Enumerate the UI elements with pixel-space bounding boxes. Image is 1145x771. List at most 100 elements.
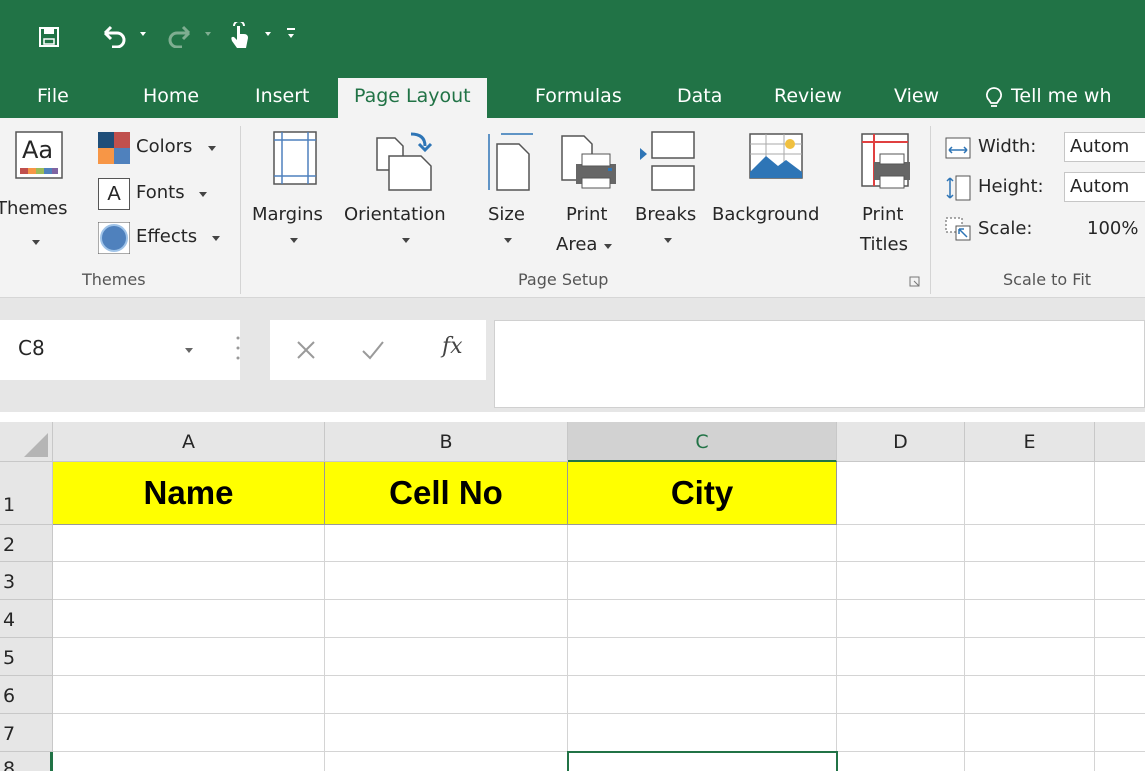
cell-d3[interactable]	[837, 562, 965, 600]
formula-input[interactable]	[494, 320, 1145, 408]
orientation-button[interactable]: Orientation	[344, 204, 446, 225]
cell-c5[interactable]	[568, 638, 837, 676]
width-select[interactable]: Autom	[1064, 132, 1145, 162]
cell-e3[interactable]	[965, 562, 1095, 600]
cell-f4[interactable]	[1095, 600, 1145, 638]
select-all-corner[interactable]	[0, 422, 53, 462]
breaks-button[interactable]: Breaks	[635, 204, 696, 225]
colors-icon[interactable]	[98, 132, 130, 164]
scale-spinner[interactable]: 100%	[1064, 214, 1145, 244]
cell-e4[interactable]	[965, 600, 1095, 638]
cell-e2[interactable]	[965, 525, 1095, 562]
tell-me-search[interactable]: Tell me wh	[1011, 78, 1111, 118]
column-header-f[interactable]	[1095, 422, 1145, 462]
tab-insert[interactable]: Insert	[255, 78, 310, 118]
cell-e6[interactable]	[965, 676, 1095, 714]
fonts-label[interactable]: Fonts	[136, 182, 185, 203]
background-button[interactable]: Background	[712, 204, 819, 225]
cell-b2[interactable]	[325, 525, 568, 562]
cell-a5[interactable]	[53, 638, 325, 676]
cell-f1[interactable]	[1095, 462, 1145, 525]
enter-check-icon[interactable]	[360, 338, 386, 362]
height-select[interactable]: Autom	[1064, 172, 1145, 202]
size-button[interactable]: Size	[488, 204, 525, 225]
tab-review[interactable]: Review	[774, 78, 842, 118]
effects-icon[interactable]	[98, 222, 130, 254]
column-header-d[interactable]: D	[837, 422, 965, 462]
cell-d5[interactable]	[837, 638, 965, 676]
customize-qat-icon[interactable]	[287, 28, 295, 30]
cell-b6[interactable]	[325, 676, 568, 714]
cell-d6[interactable]	[837, 676, 965, 714]
row-header-3[interactable]: 3	[0, 562, 53, 600]
cell-c3[interactable]	[568, 562, 837, 600]
tab-page-layout[interactable]: Page Layout	[338, 78, 487, 120]
cell-c7[interactable]	[568, 714, 837, 752]
column-header-b[interactable]: B	[325, 422, 568, 462]
cell-b7[interactable]	[325, 714, 568, 752]
row-header-5[interactable]: 5	[0, 638, 53, 676]
row-header-6[interactable]: 6	[0, 676, 53, 714]
cell-b5[interactable]	[325, 638, 568, 676]
colors-label[interactable]: Colors	[136, 136, 192, 157]
cell-f8[interactable]	[1095, 752, 1145, 771]
tab-view[interactable]: View	[894, 78, 939, 118]
undo-icon[interactable]	[100, 24, 128, 48]
cell-a2[interactable]	[53, 525, 325, 562]
cell-a8[interactable]	[53, 752, 325, 771]
name-box-dropdown-icon[interactable]	[185, 348, 193, 353]
row-header-1[interactable]: 1	[0, 462, 53, 525]
tab-home[interactable]: Home	[143, 78, 199, 118]
cell-f5[interactable]	[1095, 638, 1145, 676]
lightbulb-icon[interactable]	[985, 86, 1003, 110]
row-header-8[interactable]: 8	[0, 752, 53, 771]
selected-cell-c8[interactable]	[567, 751, 838, 771]
cell-a3[interactable]	[53, 562, 325, 600]
cell-c2[interactable]	[568, 525, 837, 562]
print-area-label-2[interactable]: Area	[556, 234, 597, 255]
row-header-2[interactable]: 2	[0, 525, 53, 562]
margins-button[interactable]: Margins	[252, 204, 323, 225]
undo-dropdown-icon[interactable]	[140, 32, 146, 36]
cell-e8[interactable]	[965, 752, 1095, 771]
column-header-e[interactable]: E	[965, 422, 1095, 462]
name-box[interactable]: C8	[0, 320, 240, 380]
insert-function-icon[interactable]: fx	[442, 334, 463, 359]
cell-c1[interactable]: City	[568, 462, 837, 525]
fonts-icon[interactable]: A	[98, 178, 130, 210]
cell-f3[interactable]	[1095, 562, 1145, 600]
cell-a4[interactable]	[53, 600, 325, 638]
cell-f7[interactable]	[1095, 714, 1145, 752]
cancel-icon[interactable]	[294, 338, 318, 362]
cell-b3[interactable]	[325, 562, 568, 600]
row-header-4[interactable]: 4	[0, 600, 53, 638]
tab-data[interactable]: Data	[677, 78, 722, 118]
column-header-a[interactable]: A	[53, 422, 325, 462]
tab-file[interactable]: File	[37, 78, 69, 118]
effects-label[interactable]: Effects	[136, 226, 197, 247]
themes-button[interactable]: Aa Themes	[0, 128, 88, 258]
row-header-7[interactable]: 7	[0, 714, 53, 752]
cell-a7[interactable]	[53, 714, 325, 752]
cell-b8[interactable]	[325, 752, 568, 771]
cell-f6[interactable]	[1095, 676, 1145, 714]
cell-d2[interactable]	[837, 525, 965, 562]
touch-mode-icon[interactable]	[225, 22, 251, 50]
cell-e1[interactable]	[965, 462, 1095, 525]
cell-d7[interactable]	[837, 714, 965, 752]
print-titles-label-1[interactable]: Print	[862, 204, 903, 225]
print-titles-label-2[interactable]: Titles	[860, 234, 908, 255]
formula-bar-grip-icon[interactable]	[235, 334, 241, 364]
cell-d4[interactable]	[837, 600, 965, 638]
cell-c4[interactable]	[568, 600, 837, 638]
print-area-label-1[interactable]: Print	[566, 204, 607, 225]
column-header-c[interactable]: C	[568, 422, 837, 462]
save-icon[interactable]	[38, 26, 60, 48]
cell-d8[interactable]	[837, 752, 965, 771]
cell-b1[interactable]: Cell No	[325, 462, 568, 525]
cell-e5[interactable]	[965, 638, 1095, 676]
customize-qat-arrow-icon[interactable]	[288, 34, 294, 38]
cell-b4[interactable]	[325, 600, 568, 638]
cell-a1[interactable]: Name	[53, 462, 325, 525]
cell-f2[interactable]	[1095, 525, 1145, 562]
